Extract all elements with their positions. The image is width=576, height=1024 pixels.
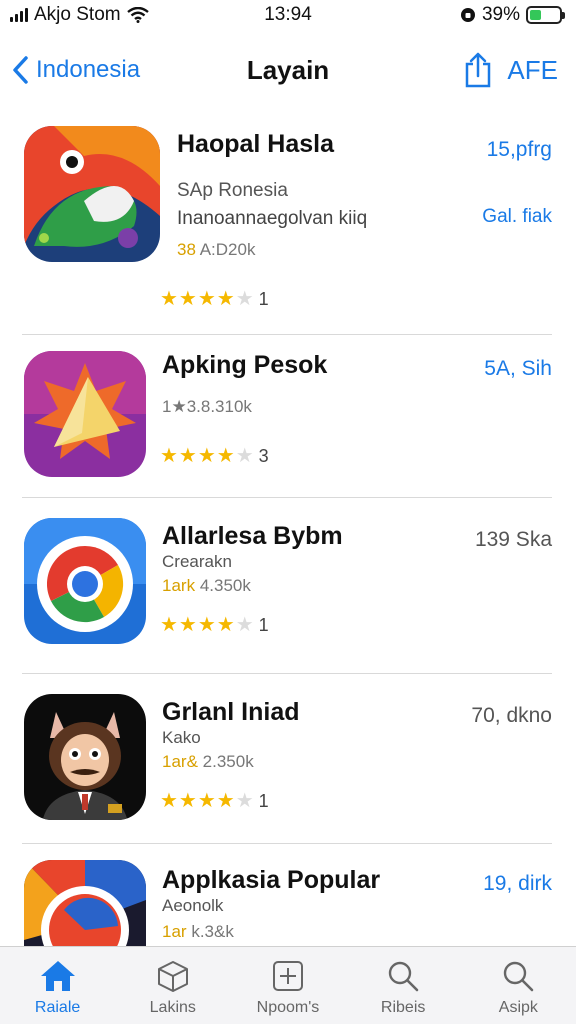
tab-lakins[interactable]: Lakins: [118, 959, 228, 1017]
rating-count: 3: [258, 446, 269, 466]
battery-percent: 39%: [481, 4, 520, 25]
wifi-icon: [126, 7, 149, 23]
paper-plane-app-icon[interactable]: [24, 351, 146, 477]
price-label[interactable]: 19, dirk: [483, 872, 552, 896]
app-subtitle: Crearakn: [162, 552, 232, 571]
empty-star: ★: [235, 445, 255, 467]
search-icon: [388, 961, 419, 992]
tab-asipk[interactable]: Asipk: [463, 959, 573, 1017]
meta-highlight: 1ar&: [162, 752, 198, 771]
app-name: Apking Pesok: [162, 351, 328, 379]
app-list: Haopal Hasla SAp Ronesia Inanoannaegolva…: [0, 110, 576, 986]
meta-value: A:D20k: [199, 240, 256, 259]
get-button[interactable]: Gal. fiak: [482, 206, 552, 228]
empty-star: ★: [235, 614, 255, 636]
meta-value: 2.350k: [202, 752, 254, 771]
app-subtitle: SAp Ronesia: [177, 180, 288, 201]
orientation-lock-icon: [460, 8, 475, 22]
filled-stars: ★★★★: [160, 614, 236, 636]
tab-label: Ribeis: [380, 999, 426, 1016]
tab-label: Asipk: [498, 999, 538, 1016]
meta-value: 4.350k: [199, 576, 251, 595]
battery-icon: [526, 6, 565, 24]
list-item[interactable]: Grlanl Iniad Kako 1ar& 2.350k ★★★★★ 1 70,…: [22, 674, 552, 844]
app-name: Grlanl Iniad: [162, 698, 300, 726]
add-square-icon: [272, 961, 303, 991]
meta-highlight: 1ar: [162, 922, 187, 941]
app-meta: 1ark 4.350k: [162, 576, 251, 596]
nav-right-button[interactable]: AFE: [507, 55, 558, 86]
app-name: Haopal Hasla: [177, 130, 335, 158]
back-label: Indonesia: [36, 56, 141, 83]
clock: 13:94: [264, 4, 312, 25]
app-name: Allarlesa Bybm: [162, 522, 343, 550]
tab-label: Raiale: [34, 999, 81, 1016]
price-label[interactable]: 15,pfrg: [487, 138, 552, 162]
rating-count: 1: [258, 615, 269, 635]
share-icon[interactable]: [463, 52, 493, 88]
app-meta: 1ar& 2.350k: [162, 752, 254, 772]
cat-man-app-icon[interactable]: [24, 694, 146, 820]
tab-bar: Raiale Lakins Npoom's Ribeis Asipk: [0, 946, 576, 1024]
filled-stars: ★★★★: [160, 288, 236, 310]
tab-home[interactable]: Raiale: [3, 959, 113, 1017]
rating-count: 1: [258, 791, 269, 811]
star-rating: ★★★★★ 1: [160, 612, 269, 637]
chevron-left-icon: [13, 56, 28, 84]
price-label[interactable]: 70, dkno: [471, 704, 552, 728]
app-meta: 1ar k.3&k: [162, 922, 234, 942]
meta-highlight: 38: [177, 240, 196, 259]
rating-count: 1: [258, 289, 269, 309]
list-item[interactable]: Apking Pesok 1★3.8.310k ★★★★★ 3 5A, Sih: [22, 335, 552, 498]
list-item[interactable]: Allarlesa Bybm Crearakn 1ark 4.350k ★★★★…: [22, 498, 552, 674]
price-label[interactable]: 5A, Sih: [484, 357, 552, 381]
star-rating: ★★★★★ 1: [160, 286, 269, 311]
signal-icon: [10, 8, 28, 22]
tab-ribeis[interactable]: Ribeis: [348, 959, 458, 1017]
chrome-like-app-icon[interactable]: [24, 518, 146, 644]
tab-label: Lakins: [149, 999, 196, 1016]
search-icon: [504, 961, 534, 992]
page-title: Layain: [246, 54, 330, 85]
tab-npooms[interactable]: Npoom's: [233, 959, 343, 1017]
meta-highlight: 1ark: [162, 576, 196, 595]
app-meta: 38 A:D20k: [177, 240, 255, 260]
box-icon: [157, 961, 188, 992]
list-item[interactable]: Haopal Hasla SAp Ronesia Inanoannaegolva…: [22, 110, 552, 335]
app-description: Inanoannaegolvan kiiq: [177, 208, 368, 229]
status-bar: Akjo Stom 13:94 39%: [0, 0, 576, 30]
navigation-bar: Indonesia Layain AFE: [0, 30, 576, 110]
empty-star: ★: [235, 790, 255, 812]
price-label[interactable]: 139 Ska: [475, 528, 552, 552]
star-rating: ★★★★★ 1: [160, 788, 269, 813]
back-button[interactable]: Indonesia: [12, 56, 140, 84]
home-icon: [40, 961, 75, 991]
meta-value: k.3&k: [191, 922, 234, 941]
empty-star: ★: [235, 288, 255, 310]
filled-stars: ★★★★: [160, 445, 236, 467]
app-subtitle: Kako: [162, 728, 201, 747]
filled-stars: ★★★★: [160, 790, 236, 812]
app-subtitle: Aeonolk: [162, 896, 224, 915]
star-rating: ★★★★★ 3: [160, 443, 269, 468]
app-name: Applkasia Popular: [162, 866, 381, 894]
carrier-label: Akjo Stom: [34, 4, 121, 25]
tab-label: Npoom's: [256, 999, 320, 1016]
app-meta: 1★3.8.310k: [162, 397, 252, 416]
parrot-app-icon[interactable]: [24, 126, 160, 262]
